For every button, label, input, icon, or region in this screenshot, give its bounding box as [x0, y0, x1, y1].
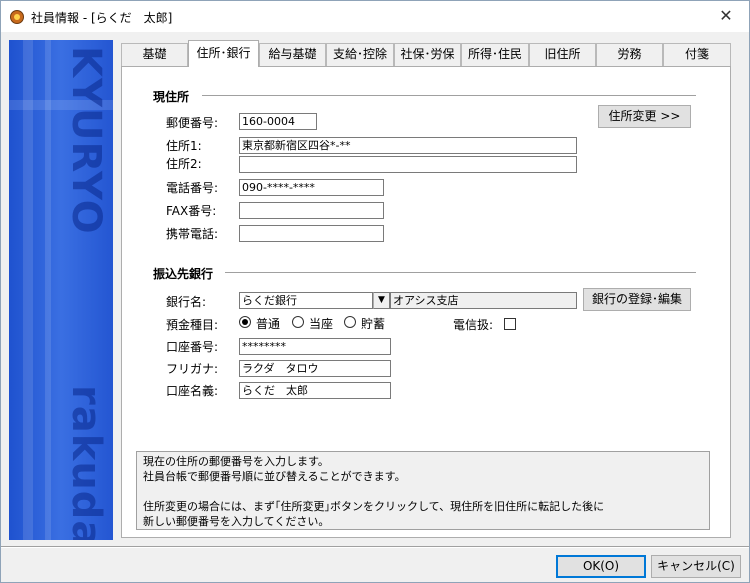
postal-code-label: 郵便番号:: [166, 116, 219, 130]
postal-code-input[interactable]: 160-0004: [239, 113, 317, 130]
footer-divider: [1, 546, 749, 548]
deposit-current-label[interactable]: 当座: [309, 315, 333, 332]
fax-input[interactable]: [239, 202, 384, 219]
bank-name-label: 銀行名:: [166, 295, 207, 309]
section-divider: [202, 95, 696, 97]
mobile-label: 携帯電話:: [166, 227, 219, 241]
tab-payment-deduction[interactable]: 支給･控除: [326, 43, 394, 66]
help-line: 現在の住所の郵便番号を入力します。: [143, 455, 329, 468]
address1-input[interactable]: 東京都新宿区四谷*-**: [239, 137, 577, 154]
tab-address-bank[interactable]: 住所･銀行: [188, 40, 259, 67]
side-banner: KYURYO rakuda: [9, 40, 113, 540]
telegraph-label: 電信扱:: [453, 318, 494, 332]
furigana-input[interactable]: ラクダ タロウ: [239, 360, 391, 377]
deposit-savings-label[interactable]: 貯蓄: [361, 315, 385, 332]
banner-logo-bottom: rakuda: [63, 385, 109, 540]
window-title: 社員情報 - [らくだ 太郎]: [31, 11, 173, 25]
tab-social-insurance[interactable]: 社保･労保: [394, 43, 461, 66]
tab-panel-address-bank: 現住所 郵便番号: 160-0004 住所変更 >> 住所1: 東京都新宿区四谷…: [121, 66, 731, 538]
help-text-box: 現在の住所の郵便番号を入力します。 社員台帳で郵便番号順に並び替えることができま…: [136, 451, 710, 530]
tab-salary-basic[interactable]: 給与基礎: [259, 43, 326, 66]
address2-input[interactable]: [239, 156, 577, 173]
tab-basic[interactable]: 基礎: [121, 43, 188, 66]
deposit-type-label: 預金種目:: [166, 318, 219, 332]
current-address-heading: 現住所: [153, 90, 190, 104]
account-holder-label: 口座名義:: [166, 384, 219, 398]
account-number-input[interactable]: ********: [239, 338, 391, 355]
banner-logo-top: KYURYO: [63, 46, 109, 235]
help-line: 住所変更の場合には、まず｢住所変更｣ボタンをクリックして、現住所を旧住所に転記し…: [143, 500, 605, 513]
tab-income-resident[interactable]: 所得･住民: [461, 43, 529, 66]
phone-label: 電話番号:: [166, 181, 219, 195]
app-icon: [10, 10, 24, 24]
help-line: 社員台帳で郵便番号順に並び替えることができます。: [143, 470, 406, 483]
ok-button[interactable]: OK(O): [556, 555, 646, 578]
bank-name-select[interactable]: らくだ銀行: [239, 292, 373, 309]
help-line: [143, 484, 703, 499]
address-change-button[interactable]: 住所変更 >>: [598, 105, 691, 128]
telegraph-checkbox[interactable]: [504, 318, 516, 330]
phone-input[interactable]: 090-****-****: [239, 179, 384, 196]
deposit-ordinary-radio[interactable]: [239, 316, 251, 328]
help-line: 新しい郵便番号を入力してください。: [143, 515, 330, 528]
address1-label: 住所1:: [166, 139, 202, 153]
employee-info-window: 社員情報 - [らくだ 太郎] ✕ KYURYO rakuda 基礎 住所･銀行…: [0, 0, 750, 583]
title-bar[interactable]: 社員情報 - [らくだ 太郎] ✕: [1, 1, 749, 32]
tab-old-address[interactable]: 旧住所: [529, 43, 596, 66]
deposit-ordinary-label[interactable]: 普通: [256, 315, 280, 332]
deposit-savings-radio[interactable]: [344, 316, 356, 328]
bank-register-edit-button[interactable]: 銀行の登録･編集: [583, 288, 691, 311]
account-holder-input[interactable]: らくだ 太郎: [239, 382, 391, 399]
furigana-label: フリガナ:: [166, 362, 219, 376]
cancel-button[interactable]: キャンセル(C): [651, 555, 741, 578]
tab-sticky-note[interactable]: 付箋: [663, 43, 731, 66]
chevron-down-icon[interactable]: ▼: [373, 292, 390, 309]
section-divider: [225, 272, 696, 274]
bank-heading: 振込先銀行: [153, 267, 214, 281]
tab-labor[interactable]: 労務: [596, 43, 663, 66]
branch-name-field: オアシス支店: [390, 292, 577, 309]
mobile-input[interactable]: [239, 225, 384, 242]
account-number-label: 口座番号:: [166, 340, 219, 354]
close-icon[interactable]: ✕: [717, 7, 735, 25]
address2-label: 住所2:: [166, 157, 202, 171]
deposit-current-radio[interactable]: [292, 316, 304, 328]
fax-label: FAX番号:: [166, 204, 217, 218]
